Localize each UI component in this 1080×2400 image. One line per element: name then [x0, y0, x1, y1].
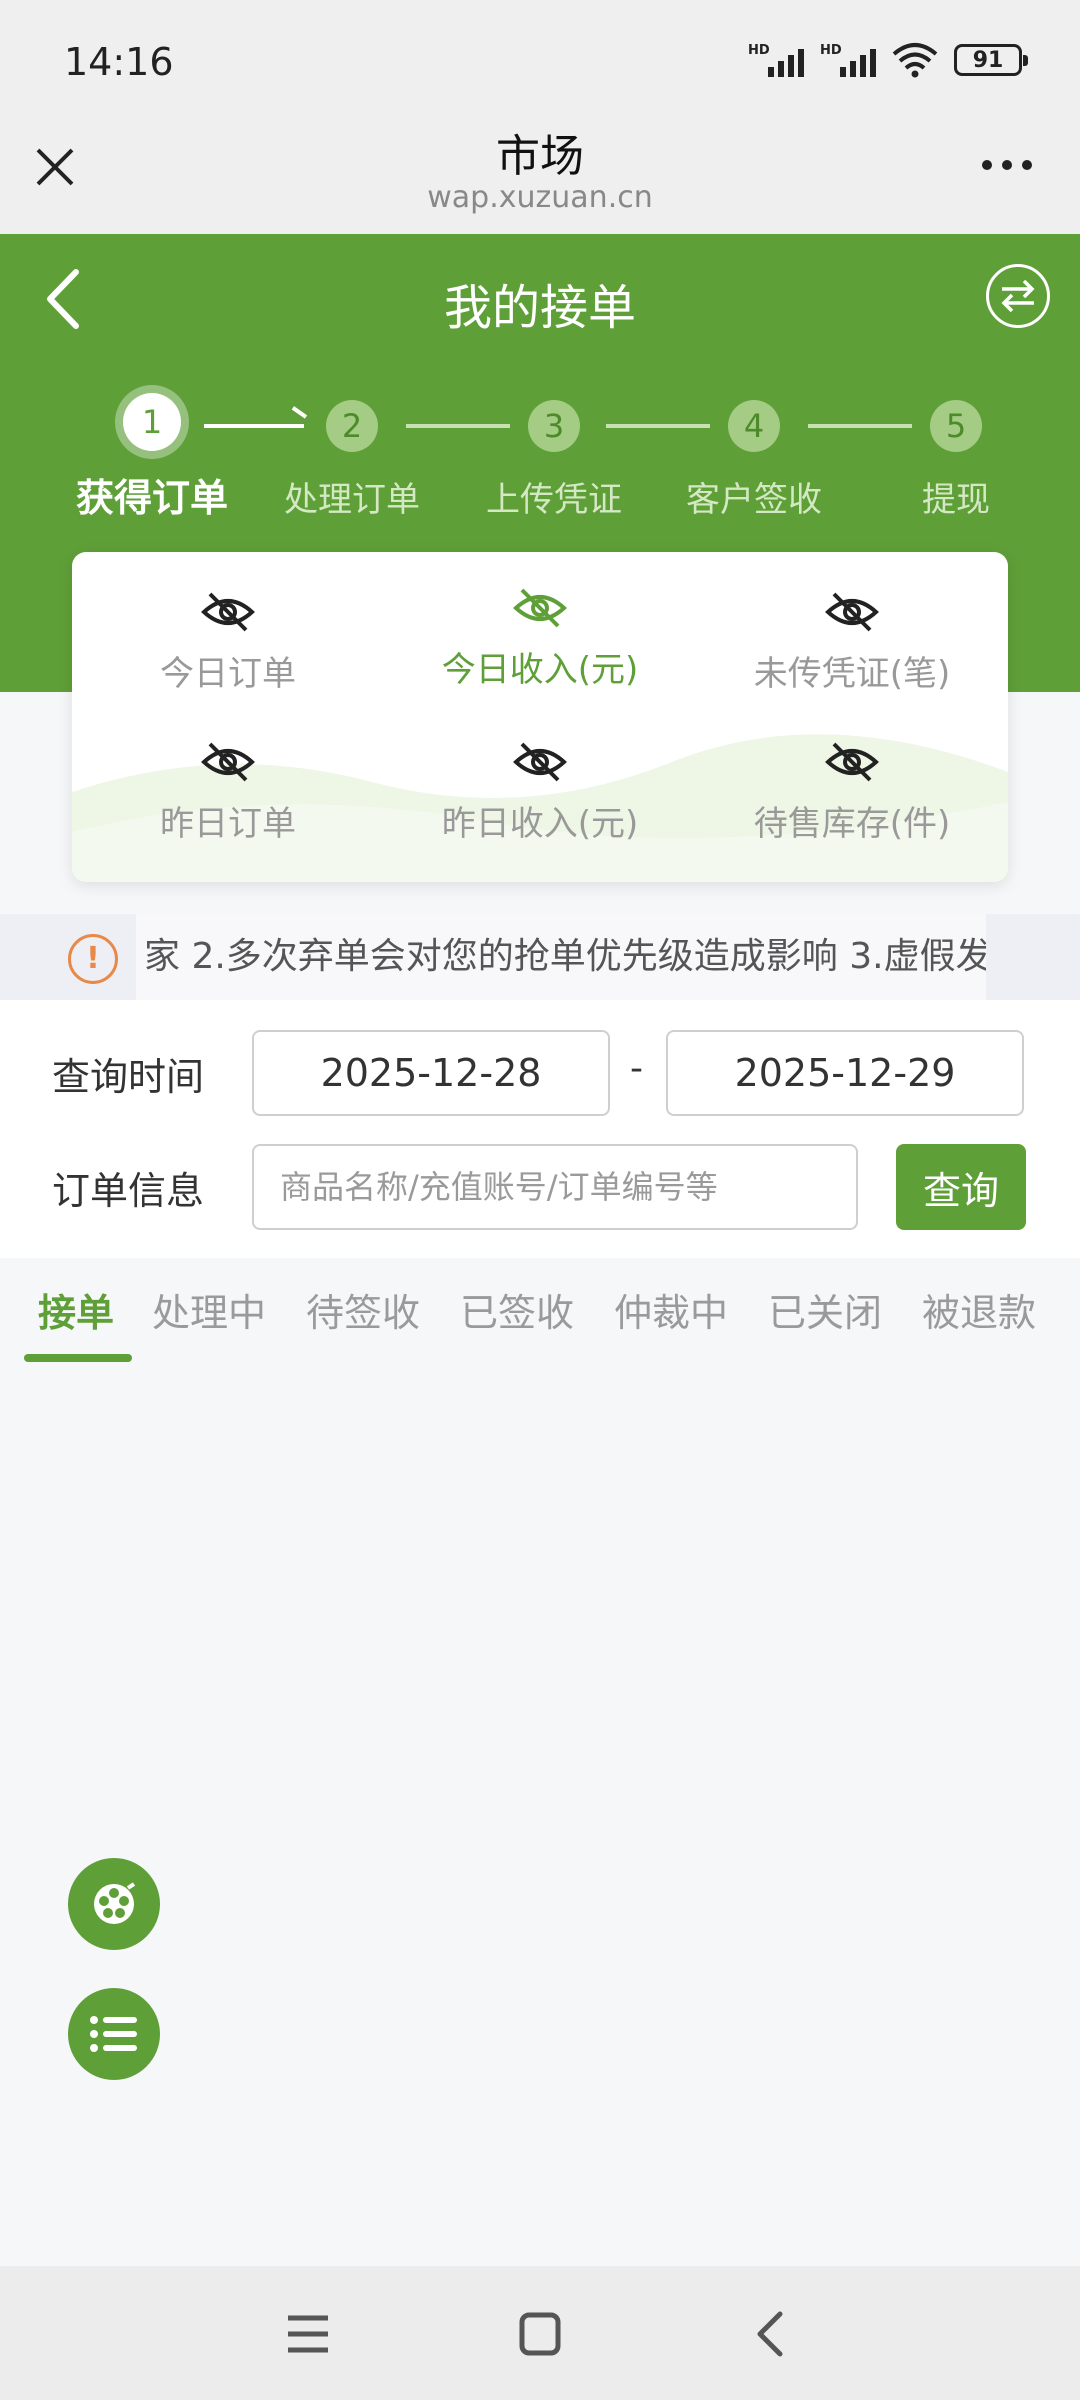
back-nav-icon[interactable]: [742, 2306, 802, 2362]
warning-icon: !: [68, 934, 118, 984]
search-input[interactable]: [252, 1144, 858, 1230]
browser-bar: 市场 wap.xuzuan.cn: [0, 120, 1080, 234]
step-3: 3 上传凭证: [464, 400, 644, 521]
stats-card: 今日订单 今日收入(元) 未传凭证(笔) 昨日订单 昨日收入(元) 待售库存(件…: [72, 552, 1008, 882]
eye-hidden-icon[interactable]: [200, 740, 256, 784]
step-number: 1: [123, 393, 181, 451]
tab-closed[interactable]: 已关闭: [768, 1282, 882, 1337]
notice-bar: ! 家 2.多次弃单会对您的抢单优先级造成影响 3.虚假发: [0, 914, 1080, 1000]
page-title: 我的接单: [443, 280, 636, 336]
order-tabs: 接单 处理中 待签收 已签收 仲裁中 已关闭 被退款: [0, 1258, 1080, 1362]
stat-stock[interactable]: 待售库存(件): [696, 740, 1008, 845]
stat-label: 未传凭证(笔): [753, 654, 951, 694]
stat-today-orders[interactable]: 今日订单: [72, 590, 384, 695]
stat-label: 今日订单: [160, 654, 296, 694]
stat-yesterday-income[interactable]: 昨日收入(元): [384, 740, 696, 845]
step-1: 1 获得订单: [62, 393, 242, 522]
order-info-label: 订单信息: [52, 1169, 205, 1213]
switch-icon[interactable]: [986, 264, 1050, 328]
eye-hidden-icon[interactable]: [512, 586, 568, 630]
stat-label: 今日收入(元): [441, 650, 639, 690]
list-icon: [90, 2016, 137, 2052]
wifi-icon: [892, 43, 938, 78]
home-icon[interactable]: [510, 2306, 570, 2362]
tab-accept[interactable]: 接单: [38, 1282, 114, 1337]
step-number: 5: [930, 400, 982, 452]
step-5: 5 提现: [866, 400, 1046, 521]
time-label: 查询时间: [52, 1055, 205, 1099]
film-reel-button[interactable]: [68, 1858, 160, 1950]
query-button[interactable]: 查询: [896, 1144, 1026, 1230]
notice-text: 家 2.多次弃单会对您的抢单优先级造成影响 3.虚假发: [144, 936, 986, 977]
eye-hidden-icon[interactable]: [200, 590, 256, 634]
stat-pending-vouchers[interactable]: 未传凭证(笔): [696, 590, 1008, 695]
step-4: 4 客户签收: [664, 400, 844, 521]
eye-hidden-icon[interactable]: [824, 590, 880, 634]
list-button[interactable]: [68, 1988, 160, 2080]
status-icons: HD HD 91: [748, 42, 1028, 78]
step-number: 4: [728, 400, 780, 452]
eye-hidden-icon[interactable]: [824, 740, 880, 784]
notice-marquee: 家 2.多次弃单会对您的抢单优先级造成影响 3.虚假发: [136, 914, 986, 1000]
signal-icon: HD: [820, 43, 876, 77]
tab-pending-sign[interactable]: 待签收: [306, 1282, 420, 1337]
step-label: 获得订单: [75, 476, 228, 520]
status-bar: 14:16 HD HD 91: [0, 0, 1080, 120]
browser-title: 市场: [496, 131, 584, 182]
tab-refunded[interactable]: 被退款: [922, 1282, 1036, 1337]
tab-arbitration[interactable]: 仲裁中: [614, 1282, 728, 1337]
film-reel-icon: [94, 1882, 136, 1924]
step-2: 2 处理订单: [262, 400, 442, 521]
eye-hidden-icon[interactable]: [512, 740, 568, 784]
end-date-field[interactable]: 2025-12-29: [666, 1030, 1024, 1116]
battery-icon: 91: [954, 44, 1028, 76]
stat-label: 昨日订单: [160, 804, 296, 844]
system-nav-bar: [0, 2266, 1080, 2400]
filter-panel: 查询时间 2025-12-28 - 2025-12-29 订单信息 查询: [0, 1000, 1080, 1258]
stat-today-income[interactable]: 今日收入(元): [384, 586, 696, 691]
step-number: 3: [528, 400, 580, 452]
stat-label: 昨日收入(元): [441, 804, 639, 844]
step-label: 处理订单: [284, 480, 420, 520]
status-time: 14:16: [64, 40, 174, 84]
step-label: 上传凭证: [486, 480, 622, 520]
browser-url: wap.xuzuan.cn: [427, 180, 653, 215]
more-icon[interactable]: [982, 160, 1032, 170]
menu-icon[interactable]: [278, 2306, 338, 2362]
signal-icon: HD: [748, 43, 804, 77]
tab-active-indicator: [24, 1354, 132, 1362]
tab-processing[interactable]: 处理中: [152, 1282, 266, 1337]
step-number: 2: [326, 400, 378, 452]
step-label: 提现: [922, 480, 990, 520]
start-date-field[interactable]: 2025-12-28: [252, 1030, 610, 1116]
stat-label: 待售库存(件): [753, 804, 951, 844]
date-separator: -: [630, 1048, 643, 1089]
tab-signed[interactable]: 已签收: [460, 1282, 574, 1337]
stat-yesterday-orders[interactable]: 昨日订单: [72, 740, 384, 845]
step-label: 客户签收: [686, 480, 822, 520]
